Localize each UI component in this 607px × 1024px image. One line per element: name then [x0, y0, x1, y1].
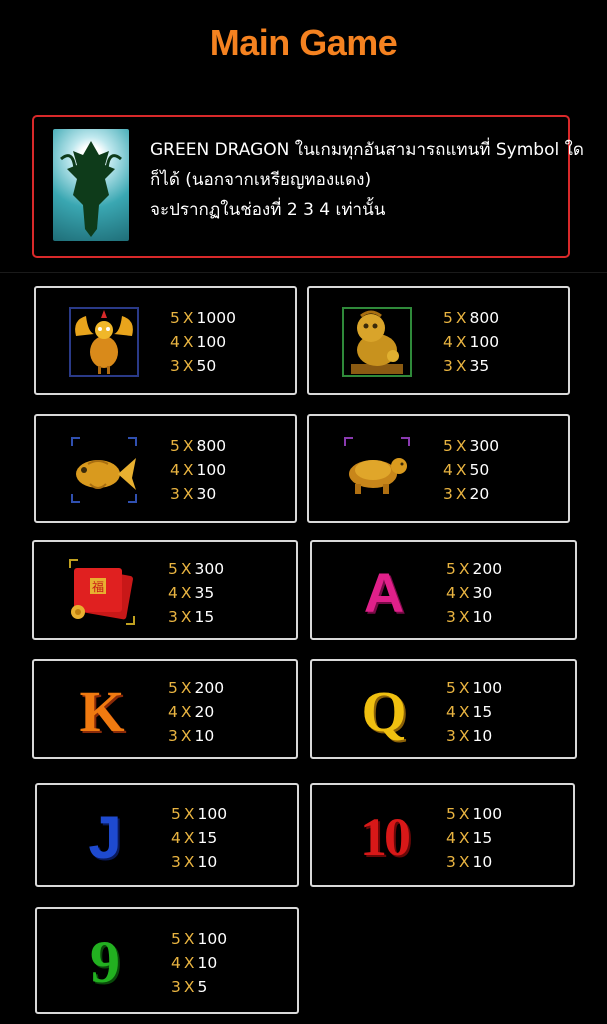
payout-row: 5 X 800: [170, 437, 227, 455]
payout-list: 5 X 1000 4 X 100 3 X 50: [170, 306, 236, 378]
paytable-card-9: 9 5 X 100 4 X 10 3X5: [35, 907, 299, 1014]
paytable-card-k: K 5 X 200 4 X 20 3 X 10: [32, 659, 298, 759]
page-title: Main Game: [209, 22, 398, 63]
golden-turtle-icon: [341, 434, 413, 506]
payout-list: 5 X 100 4 X 15 3 X 10: [171, 802, 227, 874]
wild-text-line-2: ก็ได้ (นอกจากเหรียญทองแดง): [150, 170, 372, 190]
payout-row: 4 X 100: [443, 333, 500, 351]
wild-symbol-panel: GREEN DRAGON ในเกมทุกอันสามารถแทนที่ Sym…: [32, 115, 584, 258]
paytable-card-j: J 5 X 100 4 X 15 3 X 10: [35, 783, 299, 887]
golden-koi-fish-icon: [68, 434, 140, 506]
payout-list: 5 X 200 4 X 30 3 X 10: [446, 557, 502, 629]
green-dragon-icon: [53, 129, 129, 241]
paytable-card-10: 10 5 X 100 4 X 15 3 X 10: [310, 783, 575, 887]
paytable-card-koi: 5 X 800 4 X 100 3 X 30: [34, 414, 297, 523]
payout-list: 5 X 200 4 X 20 3 X 10: [168, 676, 224, 748]
payout-row: 4 X 50: [443, 461, 490, 479]
payout-row: 3 X 15: [168, 608, 215, 626]
payout-row: 3 X 50: [170, 357, 217, 375]
payout-list: 5 X 300 4 X 50 3 X 20: [443, 434, 499, 506]
payout-row: 4 X 15: [446, 829, 493, 847]
payout-list: 5 X 100 4 X 10 3X5: [171, 927, 227, 999]
payout-row: 4 X 30: [446, 584, 493, 602]
svg-text:福: 福: [92, 579, 104, 594]
payout-row: 3 X 30: [170, 485, 217, 503]
payout-row: 4 X 15: [446, 703, 493, 721]
payout-row: 4 X 10: [171, 954, 218, 972]
number-9-icon: 9: [90, 928, 120, 995]
payout-row: 3 X 35: [443, 357, 490, 375]
payout-list: 5 X 800 4 X 100 3 X 35: [443, 306, 499, 378]
payout-row: 5 X 200: [446, 560, 503, 578]
payout-row: 3X5: [171, 978, 208, 996]
payout-row: 5 X 300: [168, 560, 225, 578]
divider: [0, 272, 607, 273]
payout-row: 4 X 35: [168, 584, 215, 602]
payout-list: 5 X 100 4 X 15 3 X 10: [446, 802, 502, 874]
payout-row: 3 X 10: [446, 608, 493, 626]
payout-row: 4 X 15: [171, 829, 218, 847]
payout-row: 5 X 100: [171, 805, 228, 823]
payout-row: 3 X 20: [443, 485, 490, 503]
payout-row: 3 X 10: [446, 853, 493, 871]
paytable-card-phoenix: 5 X 1000 4 X 100 3 X 50: [34, 286, 297, 395]
payout-row: 5 X 100: [446, 679, 503, 697]
payout-row: 3 X 10: [171, 853, 218, 871]
payout-row: 5 X 100: [446, 805, 503, 823]
payout-row: 3 X 10: [168, 727, 215, 745]
payout-list: 5 X 100 4 X 15 3 X 10: [446, 676, 502, 748]
wild-description: GREEN DRAGON ในเกมทุกอันสามารถแทนที่ Sym…: [150, 135, 584, 225]
payout-row: 5 X 100: [171, 930, 228, 948]
number-10-icon: 10: [360, 807, 411, 867]
golden-phoenix-icon: [68, 306, 140, 378]
payout-row: 5 X 300: [443, 437, 500, 455]
payout-row: 4 X 100: [170, 333, 227, 351]
letter-j-icon: J: [88, 803, 122, 871]
payout-row: 4 X 20: [168, 703, 215, 721]
paytable-card-a: A 5 X 200 4 X 30 3 X 10: [310, 540, 577, 640]
payout-row: 3 X 10: [446, 727, 493, 745]
payout-row: 4 X 100: [170, 461, 227, 479]
paytable-card-red-envelope: 福 5 X 300 4 X 35 3 X 15: [32, 540, 298, 640]
payout-row: 5 X 800: [443, 309, 500, 327]
paytable-card-q: Q 5 X 100 4 X 15 3 X 10: [310, 659, 577, 759]
payout-list: 5 X 300 4 X 35 3 X 15: [168, 557, 224, 629]
letter-a-icon: A: [363, 560, 405, 624]
golden-lion-icon: [341, 306, 413, 378]
letter-k-icon: K: [79, 678, 125, 744]
red-envelope-icon: 福: [66, 556, 138, 628]
paytable-card-turtle: 5 X 300 4 X 50 3 X 20: [307, 414, 570, 523]
payout-list: 5 X 800 4 X 100 3 X 30: [170, 434, 226, 506]
paytable-card-lion: 5 X 800 4 X 100 3 X 35: [307, 286, 570, 395]
payout-row: 5 X 1000: [170, 309, 236, 327]
payout-row: 5 X 200: [168, 679, 225, 697]
wild-text-line-3: จะปรากฏในช่องที่ 2 3 4 เท่านั้น: [150, 200, 386, 220]
letter-q-icon: Q: [361, 678, 407, 744]
wild-text-line-1: GREEN DRAGON ในเกมทุกอันสามารถแทนที่ Sym…: [150, 140, 584, 160]
